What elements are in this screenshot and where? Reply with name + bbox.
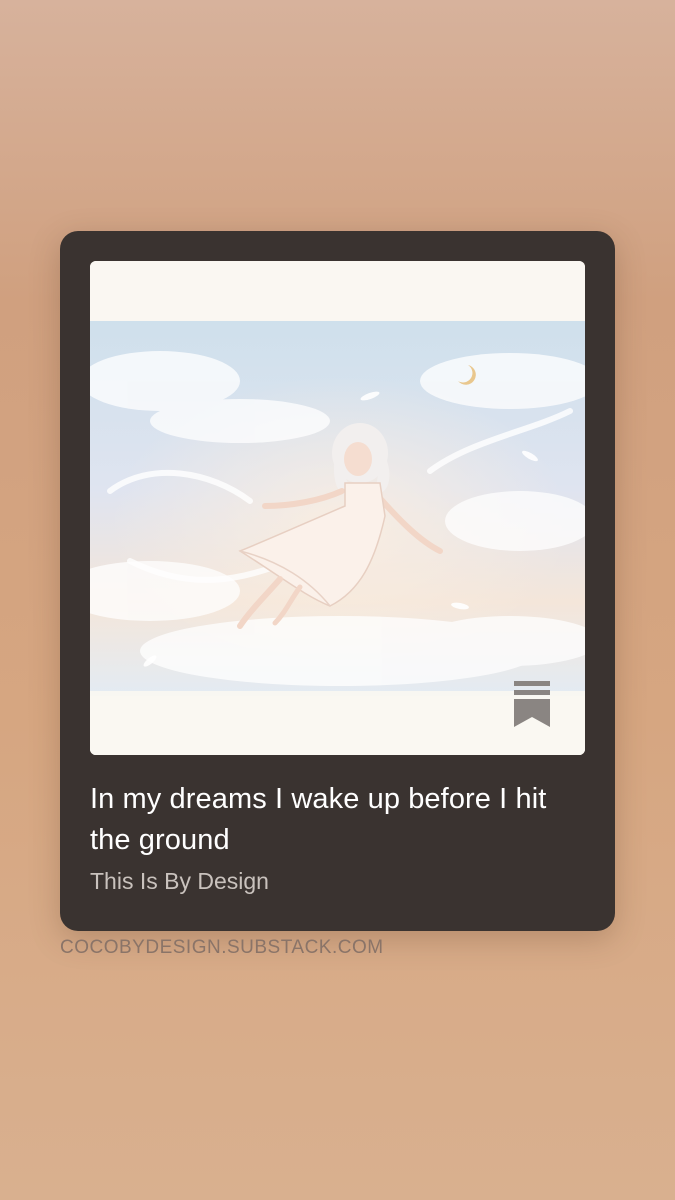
publication-name[interactable]: This Is By Design [90,865,585,897]
bookmark-icon[interactable] [514,681,550,727]
post-card[interactable]: In my dreams I wake up before I hit the … [60,231,615,931]
post-title[interactable]: In my dreams I wake up before I hit the … [90,779,585,861]
watercolor-illustration [90,261,585,755]
source-domain: COCOBYDESIGN.SUBSTACK.COM [60,937,384,958]
post-image[interactable] [90,261,585,755]
